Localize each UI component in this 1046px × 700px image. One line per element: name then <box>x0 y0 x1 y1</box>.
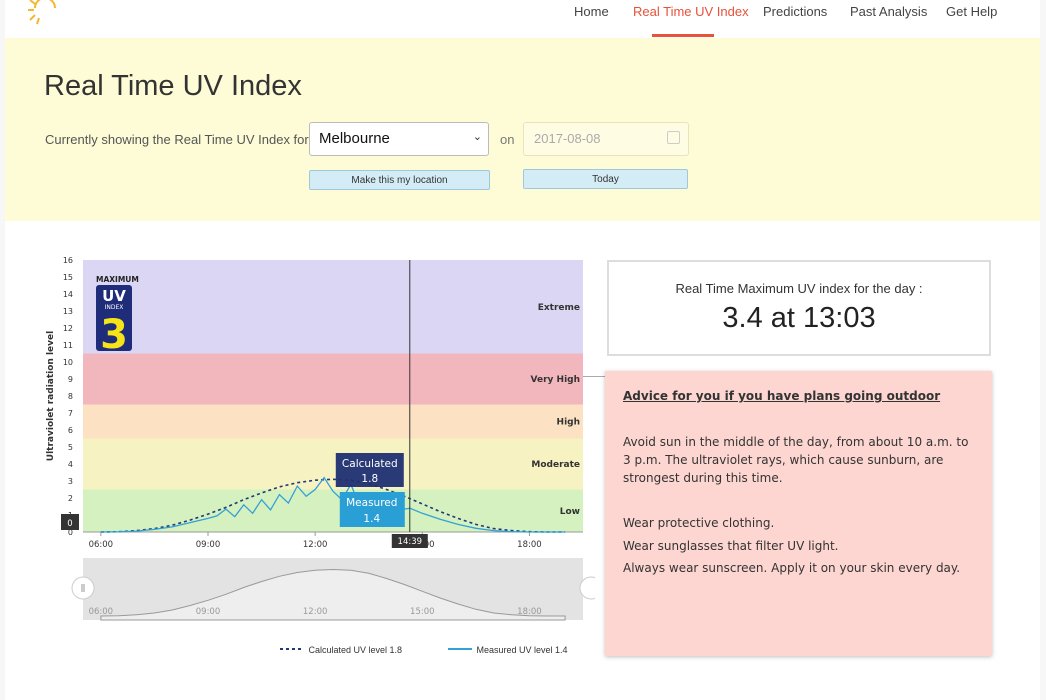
location-select[interactable]: Melbourne ⌄ <box>309 122 489 156</box>
navigator-left-handle[interactable] <box>71 576 95 600</box>
uv-band-high <box>83 404 583 439</box>
y-tick-label: 4 <box>68 460 73 469</box>
band-label: Moderate <box>531 460 580 470</box>
advice-item: Wear protective clothing. <box>623 516 775 530</box>
make-my-location-button[interactable]: Make this my location <box>309 170 490 190</box>
advice-paragraph: Avoid sun in the middle of the day, from… <box>623 435 969 485</box>
y-tick-label: 10 <box>63 358 73 367</box>
max-uv-label: Real Time Maximum UV index for the day : <box>675 281 923 296</box>
band-label: High <box>557 418 580 428</box>
max-uv-value: 3.4 at 13:03 <box>722 302 876 334</box>
location-lead-text: Currently showing the Real Time UV Index… <box>45 132 309 147</box>
navigator-tick-label: 09:00 <box>196 607 221 617</box>
measured-tooltip-label: Measured <box>346 497 397 509</box>
top-navbar: Home Real Time UV Index Predictions Past… <box>5 0 1040 38</box>
calculated-tooltip-value: 1.8 <box>361 473 378 485</box>
advice-item: Always wear sunscreen. Apply it on your … <box>623 561 961 575</box>
measured-tooltip-value: 1.4 <box>363 513 380 525</box>
band-label: Extreme <box>538 303 580 313</box>
y-tick-label: 9 <box>68 375 73 384</box>
calendar-icon[interactable] <box>667 131 680 144</box>
y-tick-label: 15 <box>63 273 73 282</box>
y-tick-label: 11 <box>63 341 73 350</box>
advice-item: Wear sunglasses that filter UV light. <box>623 539 839 553</box>
badge-uv-value: 3 <box>100 312 128 358</box>
navigator-tick-label: 12:00 <box>303 607 328 617</box>
y-tick-label: 16 <box>63 256 73 265</box>
y-tick-label: 5 <box>68 443 73 452</box>
navigator-tick-label: 06:00 <box>89 607 114 617</box>
x-tick-label: 18:00 <box>517 540 542 550</box>
uv-index-chart: Low Moderate High Very High Extreme 0 12 3 4 5 6 7 8… <box>46 256 595 621</box>
nav-real-time-uv-index[interactable]: Real Time UV Index <box>633 4 749 19</box>
y-tick-label: 7 <box>68 409 73 418</box>
y-tick-label: 2 <box>68 494 73 503</box>
active-nav-indicator <box>652 34 714 37</box>
uv-band-extreme <box>83 260 583 354</box>
x-tick-label: 09:00 <box>196 540 221 550</box>
nav-past-analysis[interactable]: Past Analysis <box>850 4 927 19</box>
y-tick-label: 13 <box>63 307 73 316</box>
uv-band-very-high <box>83 353 583 405</box>
nav-predictions[interactable]: Predictions <box>763 4 827 19</box>
legend-calculated[interactable]: Calculated UV level 1.8 <box>280 645 402 655</box>
advice-title: Advice for you if you have plans going o… <box>623 389 941 403</box>
location-select-value: Melbourne <box>319 130 390 147</box>
date-input-placeholder: 2017-08-08 <box>534 131 601 146</box>
y-tick-label: 14 <box>63 290 73 299</box>
y-tick-label: 12 <box>63 324 73 333</box>
sun-logo-icon[interactable] <box>23 0 63 26</box>
y-value-flag-label: 0 <box>67 519 72 529</box>
navigator-tick-label: 18:00 <box>517 607 542 617</box>
x-tick-label: 06:00 <box>89 540 114 550</box>
badge-uv-label: UV <box>102 287 126 305</box>
uv-band-moderate <box>83 438 583 490</box>
band-label: Very High <box>531 375 580 385</box>
y-tick-label: 8 <box>68 392 73 401</box>
on-label: on <box>500 132 515 147</box>
legend-measured-label: Measured UV level 1.4 <box>476 645 568 655</box>
y-tick-label: 3 <box>68 477 73 486</box>
navigator-tick-label: 15:00 <box>410 607 435 617</box>
nav-get-help[interactable]: Get Help <box>946 4 997 19</box>
crosshair-time-label: 14:39 <box>398 537 423 547</box>
legend-calculated-label: Calculated UV level 1.8 <box>308 645 403 655</box>
dashed-line-icon <box>280 648 304 650</box>
y-axis-label: Ultraviolet radiation level <box>46 331 56 461</box>
badge-maximum-label: MAXIMUM <box>96 275 139 284</box>
page: Home Real Time UV Index Predictions Past… <box>5 0 1040 700</box>
calculated-tooltip-label: Calculated <box>342 458 398 470</box>
chevron-down-icon: ⌄ <box>472 131 482 143</box>
date-input[interactable]: 2017-08-08 <box>523 122 689 156</box>
band-label: Low <box>560 507 580 517</box>
today-button[interactable]: Today <box>523 169 688 189</box>
solid-line-icon <box>448 648 472 650</box>
nav-home[interactable]: Home <box>574 4 609 19</box>
uv-band-low <box>83 489 583 532</box>
x-tick-label: 12:00 <box>303 540 328 550</box>
badge-index-label: INDEX <box>105 304 124 311</box>
legend-measured[interactable]: Measured UV level 1.4 <box>448 645 568 655</box>
advice-card: Advice for you if you have plans going o… <box>605 371 992 656</box>
max-uv-card: Real Time Maximum UV index for the day :… <box>607 260 991 356</box>
hero-section: Real Time UV Index Currently showing the… <box>5 38 1040 221</box>
page-title: Real Time UV Index <box>44 70 302 102</box>
y-tick-label: 6 <box>68 426 73 435</box>
